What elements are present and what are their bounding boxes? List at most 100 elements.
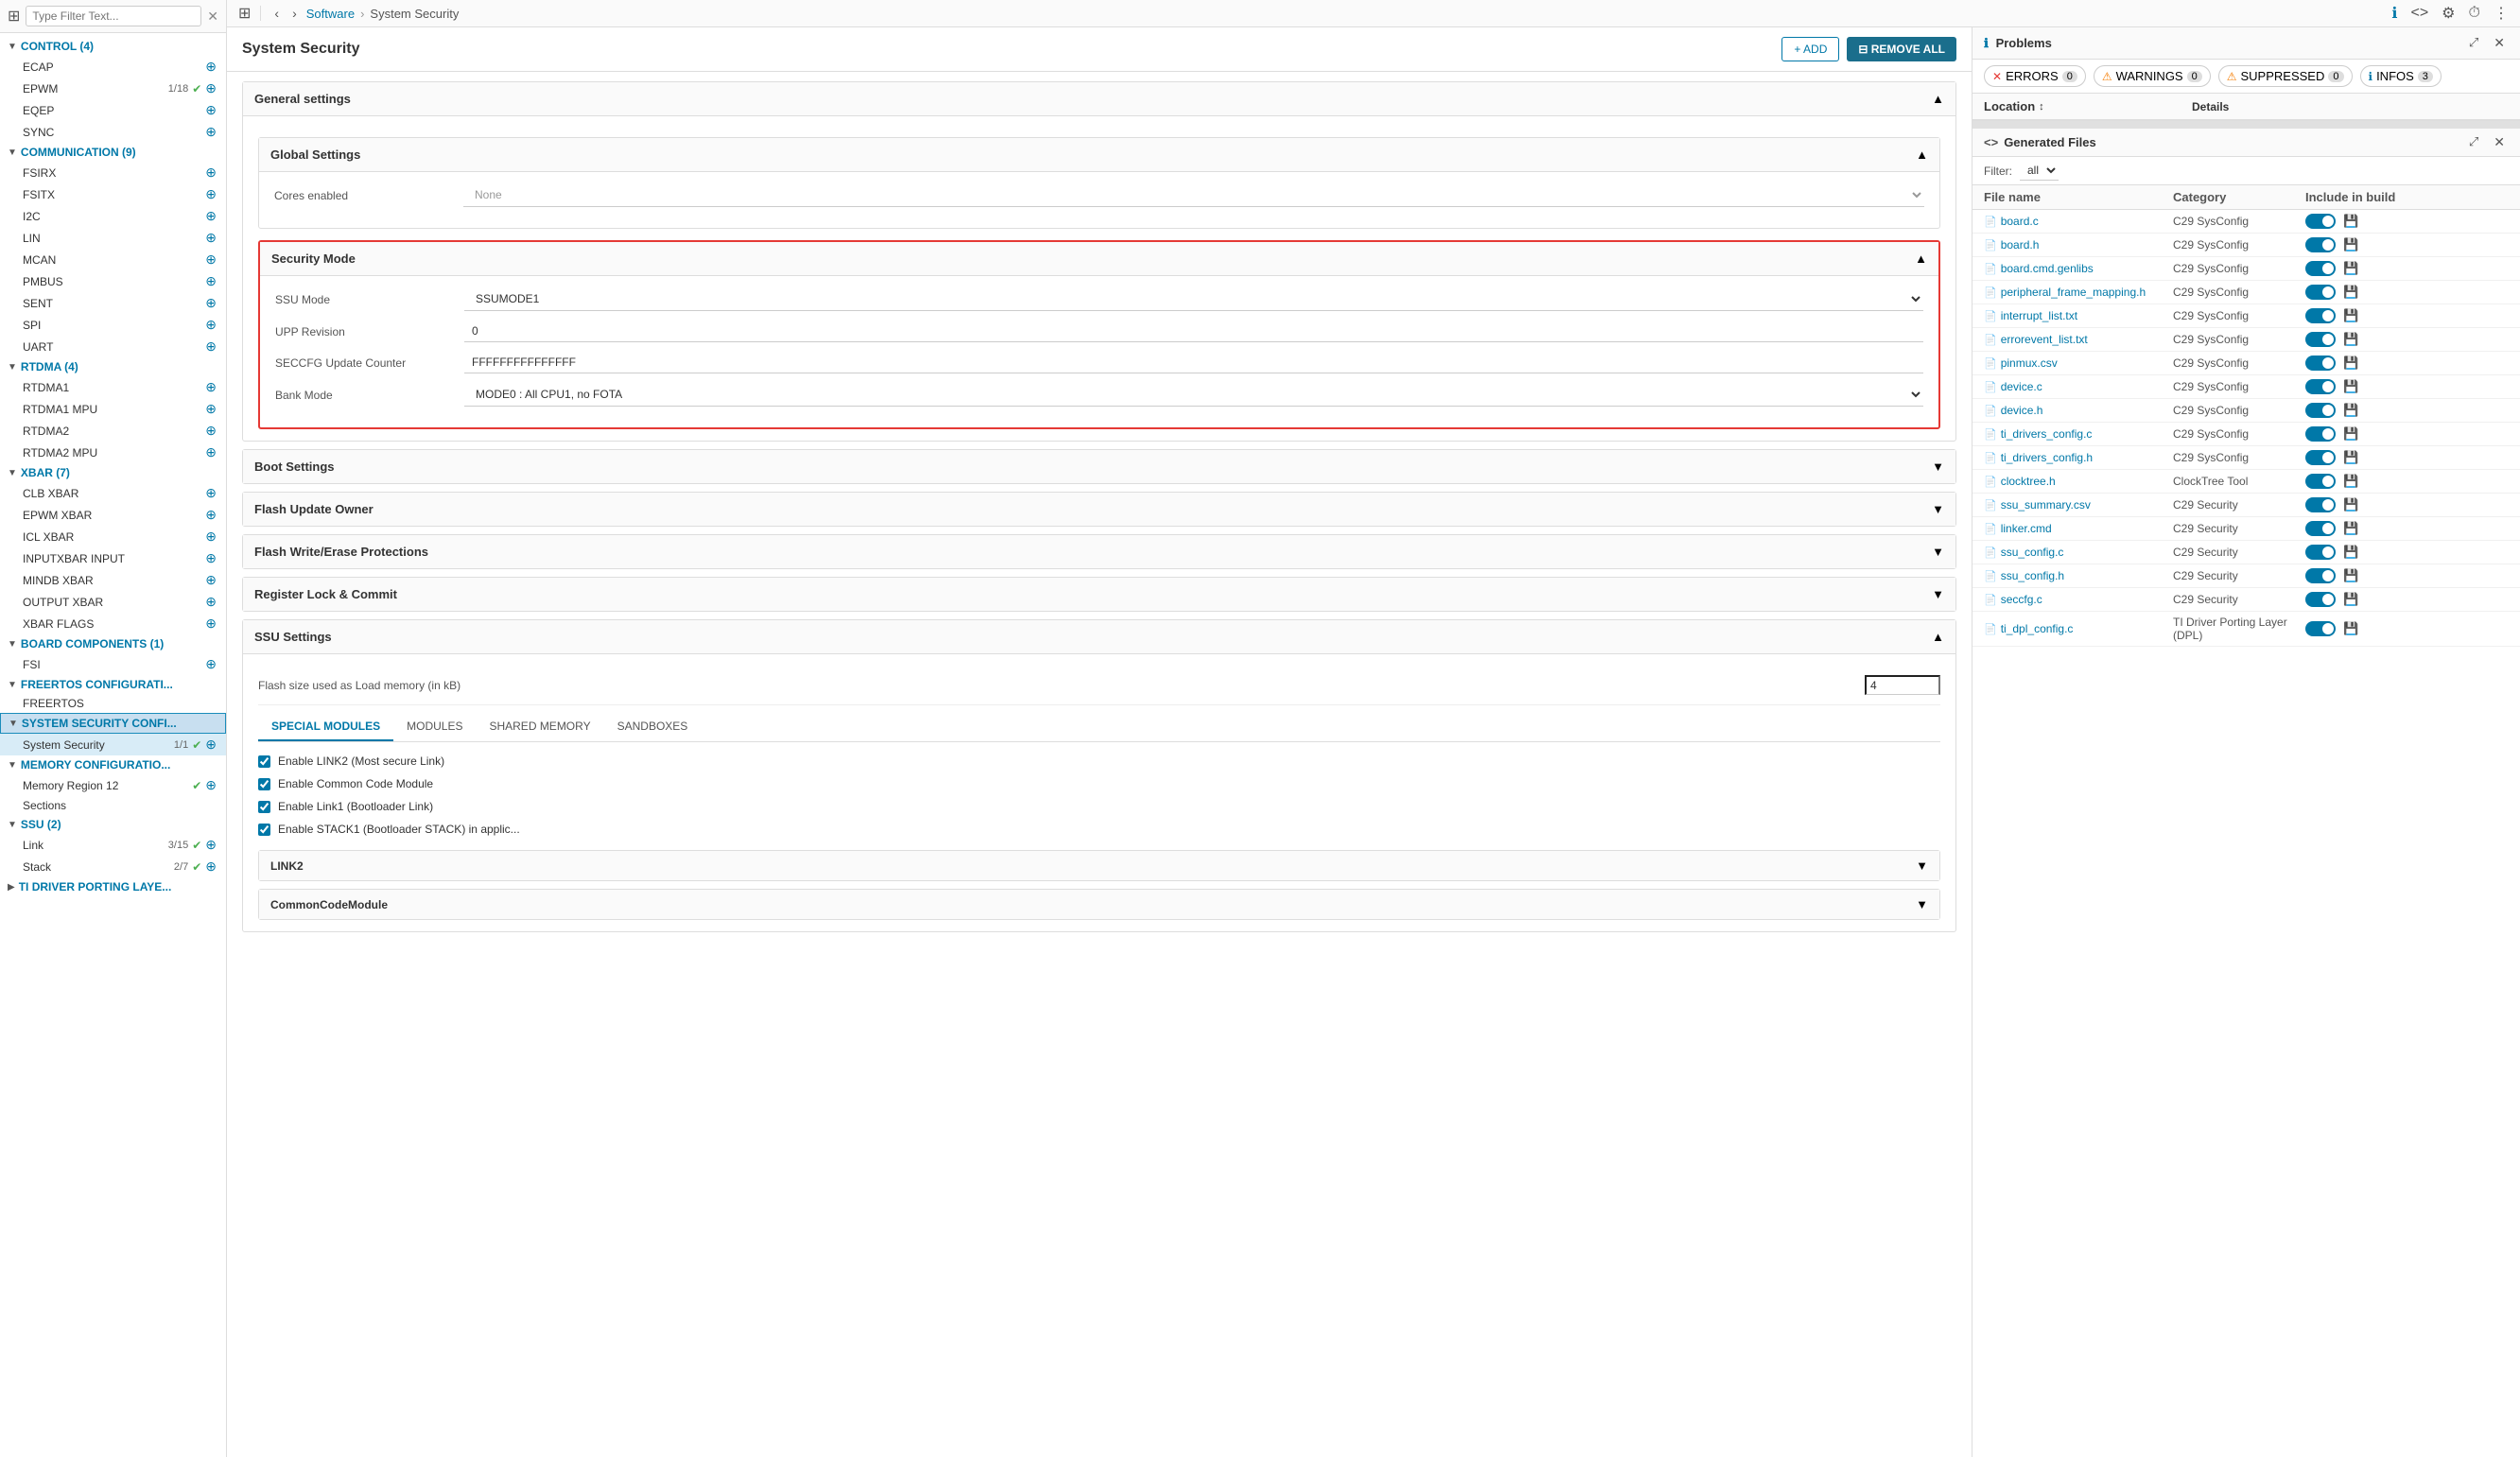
sidebar-item-eqep[interactable]: EQEP⊕ — [0, 99, 226, 121]
file-name-6[interactable]: 📄 pinmux.csv — [1984, 356, 2173, 370]
suppressed-tab[interactable]: ⚠ SUPPRESSED 0 — [2218, 65, 2353, 87]
security-mode-header[interactable]: Security Mode ▲ — [260, 242, 1938, 276]
save-icon-3[interactable]: 💾 — [2343, 285, 2358, 300]
grid-icon[interactable]: ⊞ — [8, 7, 20, 26]
toggle-build-5[interactable] — [2305, 332, 2336, 347]
save-icon-15[interactable]: 💾 — [2343, 568, 2358, 583]
flash-size-input[interactable] — [1865, 675, 1940, 695]
bank-mode-select[interactable]: MODE0 : All CPU1, no FOTA — [464, 383, 1923, 407]
add-icon[interactable]: ⊕ — [203, 550, 218, 566]
add-icon[interactable]: ⊕ — [203, 737, 218, 753]
sidebar-item-mindbxbar[interactable]: MINDB XBAR⊕ — [0, 569, 226, 591]
history-icon[interactable]: ⏱ — [2469, 5, 2480, 22]
toggle-build-1[interactable] — [2305, 237, 2336, 252]
file-name-14[interactable]: 📄 ssu_config.c — [1984, 546, 2173, 559]
toggle-build-12[interactable] — [2305, 497, 2336, 512]
save-icon-2[interactable]: 💾 — [2343, 261, 2358, 276]
sidebar-item-pmbus[interactable]: PMBUS⊕ — [0, 270, 226, 292]
sidebar-item-stack[interactable]: Stack2/7✔⊕ — [0, 856, 226, 877]
toggle-build-2[interactable] — [2305, 261, 2336, 276]
file-name-1[interactable]: 📄 board.h — [1984, 238, 2173, 252]
sidebar-item-rtdma1mpu[interactable]: RTDMA1 MPU⊕ — [0, 398, 226, 420]
sidebar-item-inputxbar[interactable]: INPUTXBAR INPUT⊕ — [0, 547, 226, 569]
warnings-tab[interactable]: ⚠ WARNINGS 0 — [2094, 65, 2211, 87]
expand-genfiles-icon[interactable]: ⤢ — [2465, 134, 2482, 150]
global-settings-header[interactable]: Global Settings ▲ — [259, 138, 1939, 172]
save-icon-12[interactable]: 💾 — [2343, 497, 2358, 512]
toggle-build-13[interactable] — [2305, 521, 2336, 536]
infos-tab[interactable]: ℹ INFOS 3 — [2360, 65, 2442, 87]
save-icon-10[interactable]: 💾 — [2343, 450, 2358, 465]
more-icon[interactable]: ⋮ — [2494, 4, 2509, 23]
file-name-2[interactable]: 📄 board.cmd.genlibs — [1984, 262, 2173, 275]
save-icon-7[interactable]: 💾 — [2343, 379, 2358, 394]
save-icon-16[interactable]: 💾 — [2343, 592, 2358, 607]
sidebar-section-freertos[interactable]: ▼ FREERTOS CONFIGURATI... — [0, 675, 226, 694]
sidebar-section-tidpl[interactable]: ▶ TI DRIVER PORTING LAYE... — [0, 877, 226, 896]
file-name-11[interactable]: 📄 clocktree.h — [1984, 475, 2173, 488]
file-name-3[interactable]: 📄 peripheral_frame_mapping.h — [1984, 286, 2173, 299]
file-name-5[interactable]: 📄 errorevent_list.txt — [1984, 333, 2173, 346]
add-icon[interactable]: ⊕ — [203, 656, 218, 672]
ssu-settings-header[interactable]: SSU Settings ▲ — [243, 620, 1955, 654]
sidebar-item-sent[interactable]: SENT⊕ — [0, 292, 226, 314]
info-icon[interactable]: ℹ — [2391, 4, 2397, 23]
sidebar-item-fsi[interactable]: FSI⊕ — [0, 653, 226, 675]
add-icon[interactable]: ⊕ — [203, 837, 218, 853]
sidebar-section-control[interactable]: ▼ CONTROL (4) — [0, 37, 226, 56]
sidebar-item-link[interactable]: Link3/15✔⊕ — [0, 834, 226, 856]
checkbox-link1-input[interactable] — [258, 801, 270, 813]
sidebar-section-ssu[interactable]: ▼ SSU (2) — [0, 815, 226, 834]
sidebar-item-sync[interactable]: SYNC⊕ — [0, 121, 226, 143]
seccfg-update-counter-input[interactable] — [464, 352, 1923, 373]
toggle-build-8[interactable] — [2305, 403, 2336, 418]
sidebar-item-xbarflags[interactable]: XBAR FLAGS⊕ — [0, 613, 226, 634]
add-icon[interactable]: ⊕ — [203, 338, 218, 355]
save-icon-9[interactable]: 💾 — [2343, 426, 2358, 442]
close-filter-icon[interactable]: ✕ — [207, 9, 218, 25]
cores-enabled-select[interactable]: None — [463, 183, 1924, 207]
checkbox-common-code-input[interactable] — [258, 778, 270, 790]
sidebar-section-board[interactable]: ▼ BOARD COMPONENTS (1) — [0, 634, 226, 653]
save-icon-14[interactable]: 💾 — [2343, 545, 2358, 560]
save-icon-4[interactable]: 💾 — [2343, 308, 2358, 323]
save-icon-13[interactable]: 💾 — [2343, 521, 2358, 536]
file-name-12[interactable]: 📄 ssu_summary.csv — [1984, 498, 2173, 512]
file-name-0[interactable]: 📄 board.c — [1984, 215, 2173, 228]
flash-write-erase-header[interactable]: Flash Write/Erase Protections ▼ — [243, 535, 1955, 568]
toggle-build-7[interactable] — [2305, 379, 2336, 394]
save-icon-8[interactable]: 💾 — [2343, 403, 2358, 418]
sort-icon[interactable]: ↕ — [2039, 101, 2044, 113]
commoncodemodule-header[interactable]: CommonCodeModule ▼ — [259, 890, 1939, 919]
sidebar-item-system-security[interactable]: System Security 1/1 ✔ ⊕ — [0, 734, 226, 755]
sidebar-item-epwmxbar[interactable]: EPWM XBAR⊕ — [0, 504, 226, 526]
add-icon[interactable]: ⊕ — [203, 485, 218, 501]
save-icon-17[interactable]: 💾 — [2343, 621, 2358, 636]
add-icon[interactable]: ⊕ — [203, 165, 218, 181]
add-icon[interactable]: ⊕ — [203, 423, 218, 439]
expand-problems-icon[interactable]: ⤢ — [2465, 35, 2482, 51]
checkbox-link2-input[interactable] — [258, 755, 270, 768]
sidebar-item-epwm[interactable]: EPWM1/18✔⊕ — [0, 78, 226, 99]
remove-all-button[interactable]: ⊟ REMOVE ALL — [1847, 37, 1956, 61]
add-icon[interactable]: ⊕ — [203, 572, 218, 588]
sidebar-item-rtdma1[interactable]: RTDMA1⊕ — [0, 376, 226, 398]
add-icon[interactable]: ⊕ — [203, 401, 218, 417]
sidebar-item-outputxbar[interactable]: OUTPUT XBAR⊕ — [0, 591, 226, 613]
file-name-8[interactable]: 📄 device.h — [1984, 404, 2173, 417]
link2-header[interactable]: LINK2 ▼ — [259, 851, 1939, 880]
add-icon[interactable]: ⊕ — [203, 295, 218, 311]
sidebar-item-rtdma2[interactable]: RTDMA2⊕ — [0, 420, 226, 442]
breadcrumb-software[interactable]: Software — [306, 7, 355, 21]
add-eqep-icon[interactable]: ⊕ — [203, 102, 218, 118]
sidebar-section-communication[interactable]: ▼ COMMUNICATION (9) — [0, 143, 226, 162]
add-icon[interactable]: ⊕ — [203, 859, 218, 875]
toggle-build-10[interactable] — [2305, 450, 2336, 465]
filter-input[interactable] — [26, 6, 201, 26]
add-icon[interactable]: ⊕ — [203, 317, 218, 333]
add-icon[interactable]: ⊕ — [203, 186, 218, 202]
file-name-9[interactable]: 📄 ti_drivers_config.c — [1984, 427, 2173, 441]
add-icon[interactable]: ⊕ — [203, 379, 218, 395]
toggle-build-17[interactable] — [2305, 621, 2336, 636]
flash-update-owner-header[interactable]: Flash Update Owner ▼ — [243, 493, 1955, 526]
